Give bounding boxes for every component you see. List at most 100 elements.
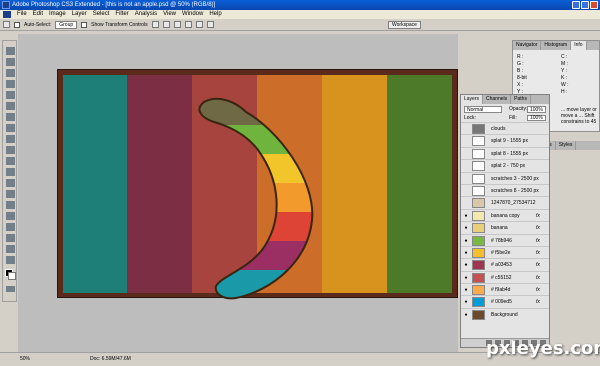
blend-mode-dropdown[interactable]: Normal <box>464 106 502 113</box>
layer-row[interactable]: scratches 8 - 2500 px <box>461 183 549 196</box>
visibility-eye-icon[interactable]: ● <box>463 275 469 281</box>
menu-layer[interactable]: Layer <box>72 10 87 19</box>
layer-effects-icon[interactable]: fx <box>536 250 540 256</box>
layer-effects-icon[interactable]: fx <box>536 275 540 281</box>
shape-tool-icon[interactable] <box>6 234 15 242</box>
tab-layers[interactable]: Layers <box>461 95 484 104</box>
layer-row[interactable]: ● # c55152 fx <box>461 270 549 283</box>
layer-row[interactable]: ● # 78b946 fx <box>461 233 549 246</box>
menu-window[interactable]: Window <box>182 10 203 19</box>
minimize-button[interactable] <box>572 1 580 9</box>
visibility-eye-icon[interactable] <box>463 188 469 194</box>
gradient-tool-icon[interactable] <box>6 168 15 176</box>
layer-row[interactable]: ● # f5be2e fx <box>461 245 549 258</box>
align-center-icon[interactable] <box>195 21 203 28</box>
layer-row[interactable]: ● # 009ed5 fx <box>461 295 549 308</box>
visibility-eye-icon[interactable] <box>463 151 469 157</box>
canvas-area[interactable] <box>18 34 458 352</box>
move-tool-icon[interactable] <box>6 47 15 55</box>
tab-navigator[interactable]: Navigator <box>513 41 542 50</box>
auto-select-checkbox[interactable] <box>14 21 20 28</box>
visibility-eye-icon[interactable] <box>463 138 469 144</box>
lasso-tool-icon[interactable] <box>6 69 15 77</box>
fill-input[interactable]: 100% <box>527 115 546 121</box>
path-selection-icon[interactable] <box>6 223 15 231</box>
layer-row[interactable]: splat 9 - 1555 px <box>461 134 549 147</box>
opacity-input[interactable]: 100% <box>527 106 546 113</box>
visibility-eye-icon[interactable]: ● <box>463 238 469 244</box>
background-color-swatch[interactable] <box>8 272 16 280</box>
layer-effects-icon[interactable]: fx <box>536 262 540 268</box>
layer-row[interactable]: ● # a03453 fx <box>461 258 549 271</box>
blur-tool-icon[interactable] <box>6 179 15 187</box>
pen-tool-icon[interactable] <box>6 201 15 209</box>
layer-row[interactable]: ● # f9ab4d fx <box>461 283 549 296</box>
crop-tool-icon[interactable] <box>6 91 15 99</box>
document-canvas[interactable] <box>57 69 458 300</box>
dodge-tool-icon[interactable] <box>6 190 15 198</box>
type-tool-icon[interactable] <box>6 212 15 220</box>
layer-row[interactable]: clouds <box>461 122 549 134</box>
visibility-eye-icon[interactable] <box>463 200 469 206</box>
tab-info[interactable]: Info <box>571 41 587 50</box>
menu-help[interactable]: Help <box>209 10 221 19</box>
brush-tool-icon[interactable] <box>6 124 15 132</box>
visibility-eye-icon[interactable]: ● <box>463 312 469 318</box>
visibility-eye-icon[interactable]: ● <box>463 287 469 293</box>
layer-row[interactable]: ● banana copy fx <box>461 208 549 221</box>
auto-select-dropdown[interactable]: Group <box>55 20 78 29</box>
menu-filter[interactable]: Filter <box>115 10 128 19</box>
layer-effects-icon[interactable]: fx <box>536 287 540 293</box>
visibility-eye-icon[interactable] <box>463 126 469 132</box>
show-transform-checkbox[interactable] <box>81 21 88 28</box>
visibility-eye-icon[interactable]: ● <box>463 262 469 268</box>
menu-select[interactable]: Select <box>93 10 110 19</box>
tab-styles[interactable]: Styles <box>556 141 577 150</box>
layer-row[interactable]: splat 8 - 1555 px <box>461 146 549 159</box>
layer-thumbnail <box>472 124 485 134</box>
hand-tool-icon[interactable] <box>6 245 15 253</box>
slice-tool-icon[interactable] <box>6 102 15 110</box>
align-left-icon[interactable] <box>184 21 192 28</box>
visibility-eye-icon[interactable]: ● <box>463 250 469 256</box>
marquee-tool-icon[interactable] <box>6 58 15 66</box>
menu-edit[interactable]: Edit <box>33 10 43 19</box>
menu-analysis[interactable]: Analysis <box>135 10 157 19</box>
menu-view[interactable]: View <box>163 10 176 19</box>
align-right-icon[interactable] <box>206 21 214 28</box>
visibility-eye-icon[interactable] <box>463 176 469 182</box>
quick-mask-icon[interactable] <box>6 286 15 292</box>
layer-effects-icon[interactable]: fx <box>536 213 540 219</box>
visibility-eye-icon[interactable]: ● <box>463 299 469 305</box>
layer-row[interactable]: splat 2 - 750 px <box>461 159 549 172</box>
zoom-tool-icon[interactable] <box>6 256 15 264</box>
move-tool-icon[interactable] <box>3 21 10 28</box>
menu-file[interactable]: File <box>17 10 27 19</box>
tab-paths[interactable]: Paths <box>511 95 531 104</box>
align-middle-icon[interactable] <box>162 21 170 28</box>
maximize-button[interactable] <box>581 1 589 9</box>
layer-row[interactable]: ● banana fx <box>461 221 549 234</box>
tab-channels[interactable]: Channels <box>483 95 512 104</box>
layer-effects-icon[interactable]: fx <box>536 225 540 231</box>
visibility-eye-icon[interactable]: ● <box>463 225 469 231</box>
align-bottom-icon[interactable] <box>173 21 181 28</box>
close-button[interactable] <box>590 1 598 9</box>
magic-wand-icon[interactable] <box>6 80 15 88</box>
eraser-tool-icon[interactable] <box>6 157 15 165</box>
menu-image[interactable]: Image <box>49 10 66 19</box>
clone-stamp-icon[interactable] <box>6 135 15 143</box>
history-brush-icon[interactable] <box>6 146 15 154</box>
layer-row[interactable]: ● Background <box>461 307 549 320</box>
visibility-eye-icon[interactable] <box>463 163 469 169</box>
align-top-icon[interactable] <box>151 21 159 28</box>
workspace-dropdown[interactable]: Workspace <box>388 21 421 29</box>
layer-effects-icon[interactable]: fx <box>536 238 540 244</box>
tab-histogram[interactable]: Histogram <box>541 41 572 50</box>
layer-row[interactable]: 1247870_27534712 <box>461 196 549 209</box>
zoom-level[interactable]: 50% <box>20 356 30 362</box>
layer-effects-icon[interactable]: fx <box>536 299 540 305</box>
layer-row[interactable]: scratches 3 - 2500 px <box>461 171 549 184</box>
visibility-eye-icon[interactable]: ● <box>463 213 469 219</box>
healing-brush-icon[interactable] <box>6 113 15 121</box>
